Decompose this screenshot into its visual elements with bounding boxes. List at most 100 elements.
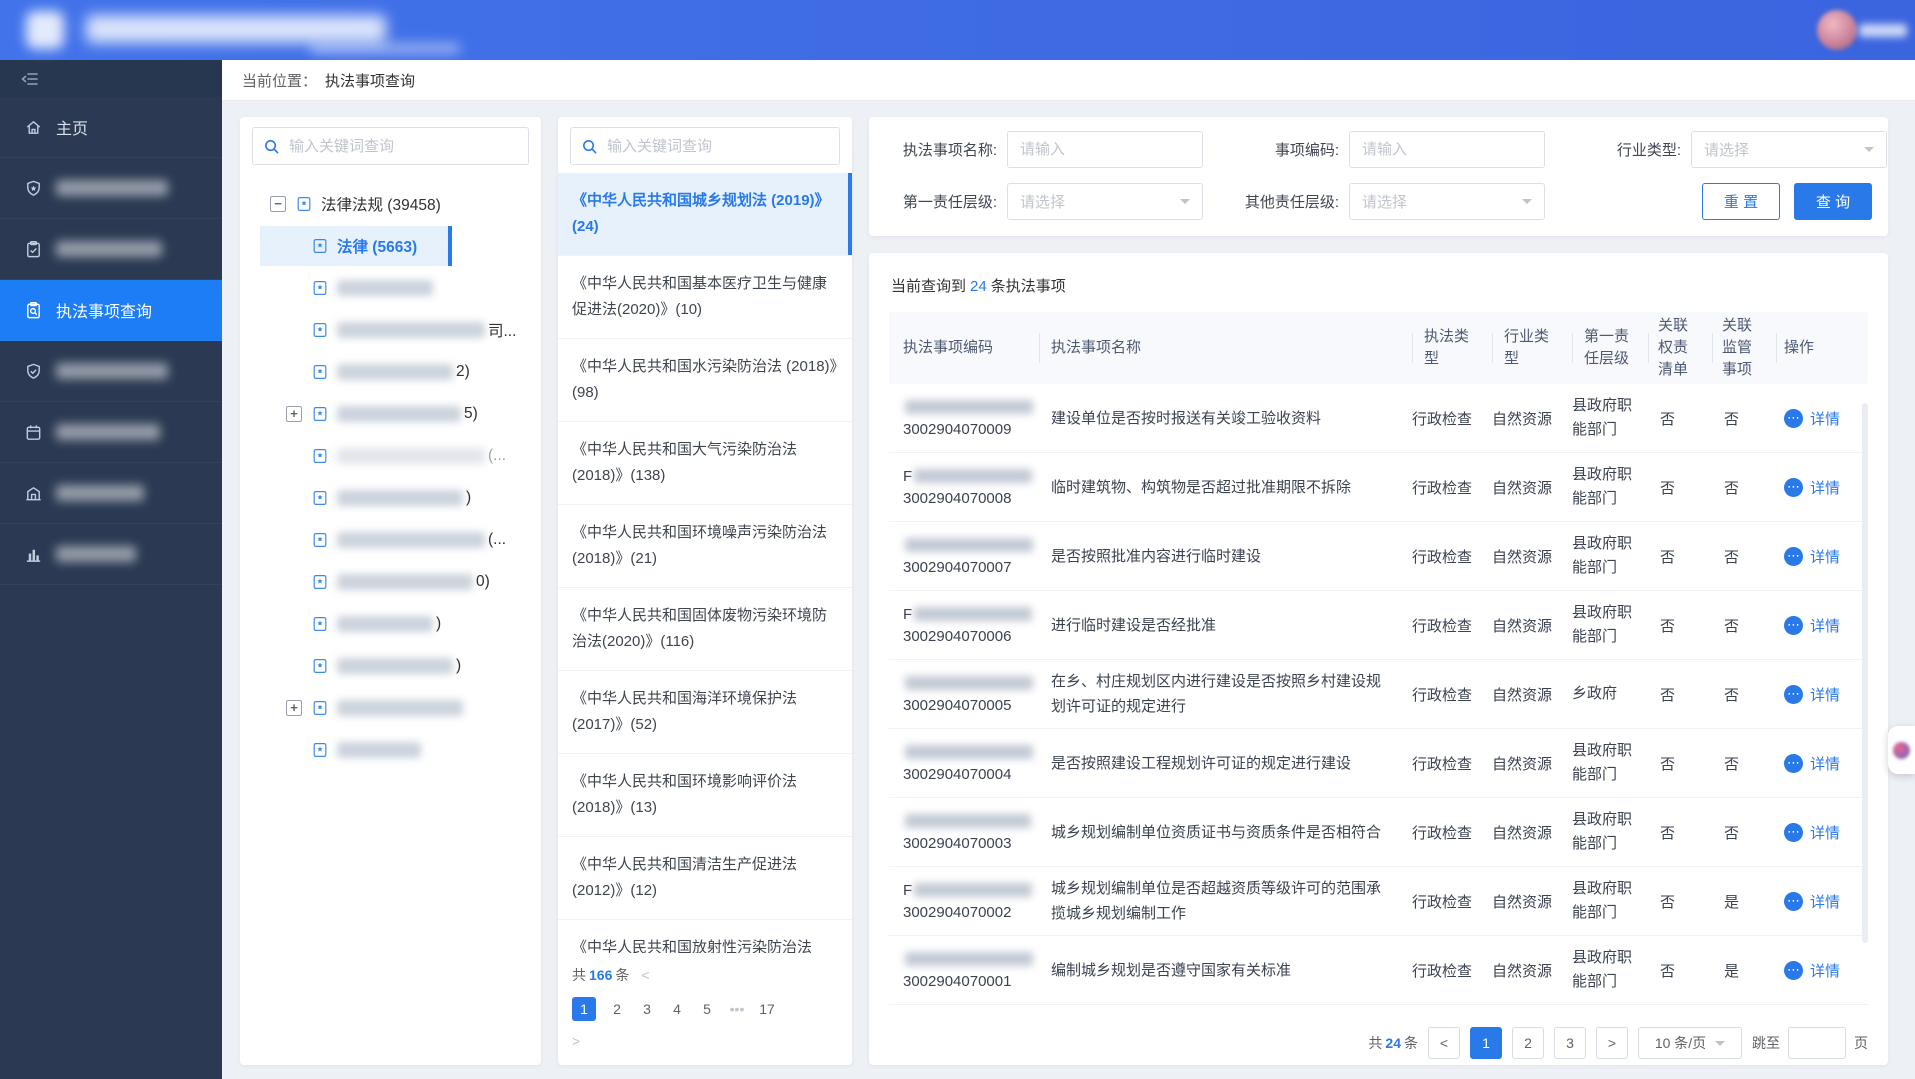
detail-link[interactable]: 详情 [1784, 546, 1840, 567]
page-number[interactable]: 4 [668, 997, 686, 1021]
detail-link[interactable]: 详情 [1784, 960, 1840, 981]
filter-text-input[interactable] [1007, 131, 1203, 168]
code-number: 3002904070009 [903, 421, 1039, 438]
results-count: 24 [970, 278, 987, 295]
column-header-supervision: 关联监管事项 [1712, 315, 1776, 381]
reset-button[interactable]: 重 置 [1702, 183, 1780, 220]
detail-link[interactable]: 详情 [1784, 615, 1840, 636]
law-search-input[interactable] [607, 138, 829, 155]
page-number[interactable]: 3 [638, 997, 656, 1021]
table-row: 3002904070001 编制城乡规划是否遵守国家有关标准 行政检查 自然资源… [889, 936, 1868, 1005]
law-list-item[interactable]: 《中华人民共和国水污染防治法 (2018)》(98) [558, 339, 852, 422]
chevron-down-icon [1864, 147, 1874, 157]
tree-search-input[interactable] [289, 138, 518, 155]
tree-node-label-fragment: (... [488, 531, 506, 549]
tree-node[interactable]: (... [240, 519, 541, 561]
law-list: 《中华人民共和国城乡规划法 (2019)》(24) 《中华人民共和国基本医疗卫生… [558, 173, 852, 953]
code-redacted-block [905, 814, 1031, 828]
page-number[interactable]: 5 [698, 997, 716, 1021]
tree-node[interactable]: 司... [240, 309, 541, 351]
law-list-item[interactable]: 《中华人民共和国基本医疗卫生与健康促进法(2020)》(10) [558, 256, 852, 339]
detail-link[interactable]: 详情 [1784, 753, 1840, 774]
cell-actions: 详情 [1776, 684, 1868, 705]
tree-node[interactable]: (... [240, 435, 541, 477]
code-number: 3002904070002 [903, 904, 1039, 921]
document-icon [312, 700, 328, 716]
next-page-button[interactable]: > [572, 1033, 580, 1049]
detail-link[interactable]: 详情 [1784, 477, 1840, 498]
tree-node[interactable]: 0) [240, 561, 541, 603]
filter-select[interactable]: 请选择 [1007, 183, 1203, 220]
tree-node[interactable]: 法律 (5663) [240, 225, 541, 267]
code-redacted-block [914, 883, 1032, 897]
detail-link[interactable]: 详情 [1784, 684, 1840, 705]
next-page-button[interactable]: > [1596, 1027, 1628, 1059]
sidebar-item[interactable] [0, 463, 222, 524]
law-list-item[interactable]: 《中华人民共和国固体废物污染环境防治法(2020)》(116) [558, 588, 852, 671]
page-number[interactable]: 2 [1512, 1027, 1544, 1059]
prev-page-button[interactable]: < [1428, 1027, 1460, 1059]
sidebar-item[interactable] [0, 158, 222, 219]
law-list-item[interactable]: 《中华人民共和国环境影响评价法 (2018)》(13) [558, 754, 852, 837]
page-number[interactable]: 2 [608, 997, 626, 1021]
avatar[interactable] [1817, 10, 1857, 50]
page-number[interactable]: 3 [1554, 1027, 1586, 1059]
detail-label: 详情 [1810, 753, 1840, 774]
law-list-item[interactable]: 《中华人民共和国环境噪声污染防治法(2018)》(21) [558, 505, 852, 588]
detail-label: 详情 [1810, 546, 1840, 567]
detail-link[interactable]: 详情 [1784, 822, 1840, 843]
tree-children: 法律 (5663) [240, 225, 541, 771]
law-list-item[interactable]: 《中华人民共和国大气污染防治法 (2018)》(138) [558, 422, 852, 505]
jump-page-input[interactable] [1788, 1027, 1846, 1059]
expand-node-icon[interactable]: + [286, 406, 302, 422]
tree-node[interactable]: + [240, 687, 541, 729]
sidebar-item[interactable] [0, 524, 222, 585]
law-list-item[interactable]: 《中华人民共和国城乡规划法 (2019)》(24) [558, 173, 852, 256]
table-scrollbar[interactable] [1862, 403, 1868, 943]
query-button[interactable]: 查 询 [1794, 183, 1872, 220]
cell-level: 县政府职能部门 [1572, 532, 1648, 580]
cell-actions: 详情 [1776, 546, 1868, 567]
ellipsis-icon [1784, 616, 1803, 635]
prev-page-button[interactable]: < [641, 967, 649, 983]
filter-text-input[interactable] [1349, 131, 1545, 168]
ellipsis-icon [1784, 685, 1803, 704]
page-number[interactable]: ••• [728, 997, 746, 1021]
tree-node[interactable]: 2) [240, 351, 541, 393]
filter-select[interactable]: 请选择 [1691, 131, 1887, 168]
tree-node[interactable]: ) [240, 645, 541, 687]
tree-node[interactable] [240, 267, 541, 309]
table-page-numbers: 1 2 3 [1470, 1027, 1586, 1059]
sidebar-item[interactable] [0, 219, 222, 280]
page-number[interactable]: 17 [758, 997, 776, 1021]
filter-panel: 执法事项名称: 事项编码: 行业类型: 请选择 [869, 117, 1888, 236]
tree-node[interactable]: ) [240, 603, 541, 645]
page-number[interactable]: 1 [1470, 1027, 1502, 1059]
law-list-item[interactable]: 《中华人民共和国海洋环境保护法 (2017)》(52) [558, 671, 852, 754]
detail-link[interactable]: 详情 [1784, 408, 1840, 429]
sidebar-item[interactable]: 主页 [0, 97, 222, 158]
filter-select[interactable]: 请选择 [1349, 183, 1545, 220]
collapse-node-icon[interactable]: − [270, 196, 286, 212]
sidebar-collapse-button[interactable] [0, 60, 222, 97]
tree-node[interactable] [240, 729, 541, 771]
cell-supervision: 否 [1712, 477, 1776, 498]
tree-node-root[interactable]: − 法律法规 (39458) [240, 183, 541, 225]
sidebar-item[interactable] [0, 402, 222, 463]
page-number[interactable]: 1 [572, 997, 596, 1021]
detail-label: 详情 [1810, 615, 1840, 636]
cell-type: 行政检查 [1412, 822, 1492, 843]
floating-assistant-button[interactable] [1888, 726, 1915, 774]
expand-node-icon[interactable]: + [286, 700, 302, 716]
sidebar-item[interactable]: 执法事项查询 [0, 280, 222, 341]
page-size-select[interactable]: 10 条/页 [1638, 1027, 1742, 1059]
law-list-item[interactable]: 《中华人民共和国清洁生产促进法 (2012)》(12) [558, 837, 852, 920]
app-logo [26, 11, 64, 49]
sidebar-item[interactable] [0, 341, 222, 402]
cell-level: 县政府职能部门 [1572, 601, 1648, 649]
law-list-item[interactable]: 《中华人民共和国放射性污染防治法 (2003)》(49) [558, 920, 852, 953]
tree-node[interactable]: ) [240, 477, 541, 519]
detail-link[interactable]: 详情 [1784, 891, 1840, 912]
tree-node[interactable]: + 5) [240, 393, 541, 435]
cell-rights-list: 否 [1648, 960, 1712, 981]
